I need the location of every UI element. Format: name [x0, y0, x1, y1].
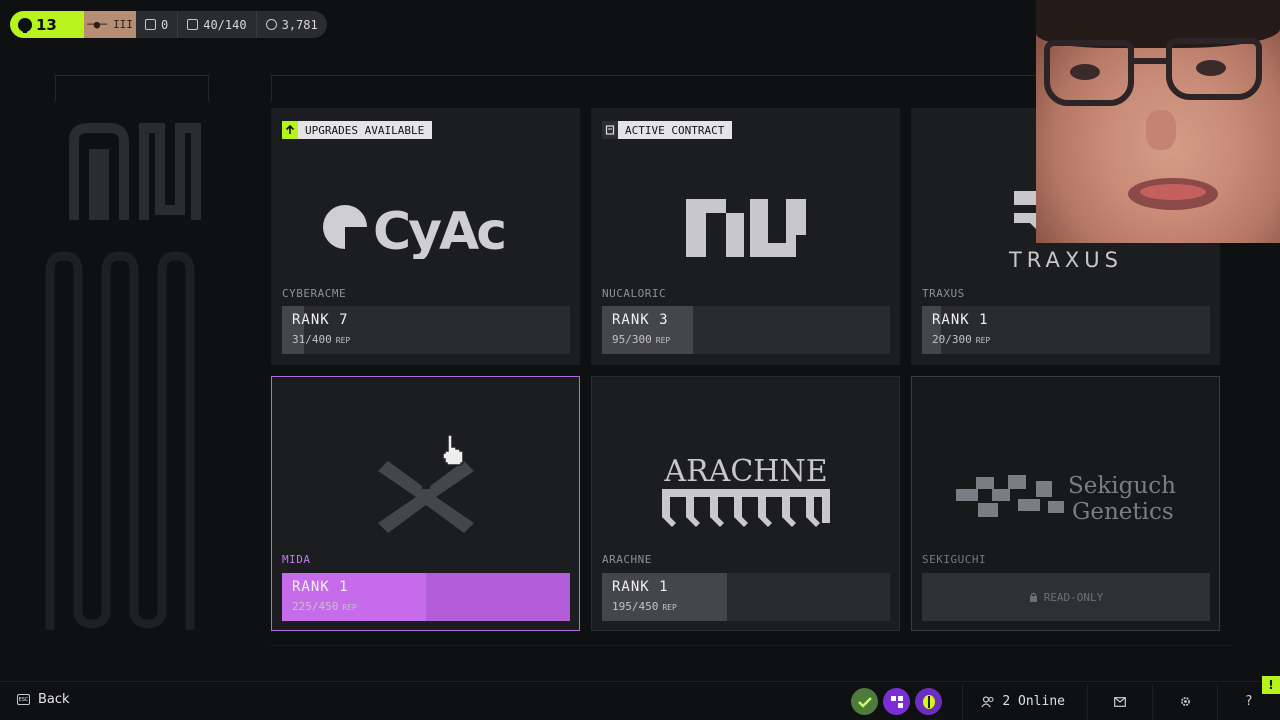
webcam-nose — [1146, 110, 1176, 150]
sekiguchi-logo: Sekiguchi Genetics — [912, 467, 1219, 525]
svg-text:TRAXUS: TRAXUS — [1007, 248, 1122, 269]
rank-progress: RANK 3 95/300 REP — [602, 306, 890, 354]
svg-text:Genetics: Genetics — [1072, 499, 1174, 525]
level-icon — [18, 17, 32, 33]
settings-button[interactable] — [1153, 684, 1217, 720]
arachne-logo: ARACHNE — [592, 453, 899, 533]
hand-cursor-icon — [440, 433, 466, 471]
rank-label: RANK 1 — [932, 312, 989, 328]
screen: { "hud": { "level": "13", "stat1": "0", … — [0, 0, 1280, 720]
inventory-icon — [187, 19, 199, 30]
mail-icon — [1114, 696, 1126, 707]
rep-value: 20/300 REP — [932, 333, 991, 346]
contract-icon — [602, 121, 618, 139]
frame-line — [271, 645, 1231, 646]
stat-inventory: 40/140 — [177, 11, 255, 38]
side-panel-frame — [55, 75, 209, 101]
read-only-label: READ-ONLY — [1043, 590, 1104, 604]
credits-icon — [265, 19, 277, 30]
webcam-glasses — [1166, 38, 1262, 100]
users-icon — [981, 695, 994, 707]
stat-credits: 3,781 — [255, 11, 327, 38]
frame-line — [271, 75, 272, 101]
sekiguchi-logo-icon: Sekiguchi Genetics — [955, 473, 1176, 525]
arrow-up-icon — [282, 121, 298, 139]
webcam-glasses-bridge — [1132, 58, 1168, 64]
player-level: 13 — [10, 11, 84, 38]
upgrades-badge-label: UPGRADES AVAILABLE — [305, 123, 425, 137]
stat-credits-value: 3,781 — [281, 17, 318, 32]
cyberacme-logo: CyAc — [272, 197, 579, 259]
arachne-logo-icon: ARACHNE — [661, 454, 830, 527]
rep-value: 195/450 REP — [612, 600, 677, 613]
mida-logo-icon — [272, 455, 579, 535]
rep-value: 225/450 REP — [292, 600, 357, 613]
party-avatars — [851, 688, 943, 715]
lock-icon — [1029, 592, 1037, 602]
party-avatar[interactable] — [883, 688, 911, 715]
side-emblem-icon — [69, 123, 201, 220]
stat-slots-value: 0 — [161, 17, 169, 32]
rank-progress: RANK 7 31/400 REP — [282, 306, 570, 354]
faction-card-sekiguchi[interactable]: Sekiguchi Genetics SEKIGUCHI READ-ONLY — [911, 376, 1220, 631]
svg-text:ARACHNE: ARACHNE — [663, 454, 827, 489]
webcam-mouth — [1128, 178, 1218, 210]
webcam-glasses — [1044, 40, 1134, 106]
hud-stats: 0 40/140 3,781 — [136, 11, 327, 38]
svg-text:CyAc: CyAc — [373, 202, 504, 259]
read-only-indicator: READ-ONLY — [922, 573, 1210, 621]
faction-name: CYBERACME — [282, 287, 347, 300]
notification-alert[interactable]: ! — [1262, 676, 1280, 694]
contract-badge: ACTIVE CONTRACT — [602, 121, 733, 139]
faction-name: MIDA — [282, 553, 311, 566]
webcam-overlay — [1036, 0, 1280, 243]
level-value: 13 — [36, 15, 57, 34]
stat-inventory-value: 40/140 — [203, 17, 247, 32]
escape-key-icon: ESC — [17, 694, 30, 705]
bottom-toolbar: 2 Online ? — [851, 683, 1280, 720]
rank-progress: RANK 1 225/450 REP — [282, 573, 570, 621]
faction-name: NUCALORIC — [602, 287, 667, 300]
mail-button[interactable] — [1088, 684, 1152, 720]
faction-name: ARACHNE — [602, 553, 652, 566]
frame-line — [271, 75, 1041, 76]
faction-name: SEKIGUCHI — [922, 553, 987, 566]
side-pattern-icon — [45, 251, 195, 630]
online-count: 2 Online — [1002, 694, 1065, 709]
back-label: Back — [38, 692, 70, 707]
rank-label: RANK 3 — [612, 312, 669, 328]
faction-card-nucaloric[interactable]: ACTIVE CONTRACT NUCALORIC RANK 3 95/300 R… — [591, 108, 900, 365]
tier-indicator: ─●─ III — [84, 11, 136, 38]
party-avatar[interactable] — [915, 688, 943, 715]
faction-name: TRAXUS — [922, 287, 965, 300]
faction-card-arachne[interactable]: ARACHNE ARACHNE RANK 1 195/450 REP — [591, 376, 900, 631]
rank-label: RANK 1 — [292, 579, 349, 595]
upgrades-badge: UPGRADES AVAILABLE — [282, 121, 433, 139]
alert-mark: ! — [1268, 678, 1274, 692]
cyberacme-logo-icon: CyAc — [322, 202, 507, 259]
tier-node-icon: ─●─ — [87, 18, 107, 31]
stat-slots: 0 — [136, 11, 177, 38]
rank-label: RANK 1 — [612, 579, 669, 595]
online-status-button[interactable]: 2 Online — [963, 694, 1087, 709]
contract-badge-label: ACTIVE CONTRACT — [625, 123, 725, 137]
party-avatar[interactable] — [851, 688, 879, 715]
nucaloric-logo-icon — [592, 199, 899, 257]
faction-card-cyberacme[interactable]: UPGRADES AVAILABLE CyAc CYBERACME RANK 7… — [271, 108, 580, 365]
rank-label: RANK 7 — [292, 312, 349, 328]
help-icon: ? — [1245, 694, 1253, 709]
slot-icon — [145, 19, 156, 30]
rank-progress: RANK 1 20/300 REP — [922, 306, 1210, 354]
back-button[interactable]: ESC Back — [17, 692, 70, 707]
player-hud: 13 ─●─ III 0 40/140 3,781 — [10, 11, 327, 38]
svg-text:Sekiguchi: Sekiguchi — [1068, 473, 1176, 499]
faction-card-mida[interactable]: MIDA RANK 1 225/450 REP — [271, 376, 580, 631]
rep-value: 95/300 REP — [612, 333, 671, 346]
bottom-divider — [0, 681, 1280, 682]
rep-value: 31/400 REP — [292, 333, 351, 346]
tier-bars-icon: III — [113, 18, 133, 31]
rank-progress: RANK 1 195/450 REP — [602, 573, 890, 621]
gear-icon — [1180, 697, 1190, 706]
